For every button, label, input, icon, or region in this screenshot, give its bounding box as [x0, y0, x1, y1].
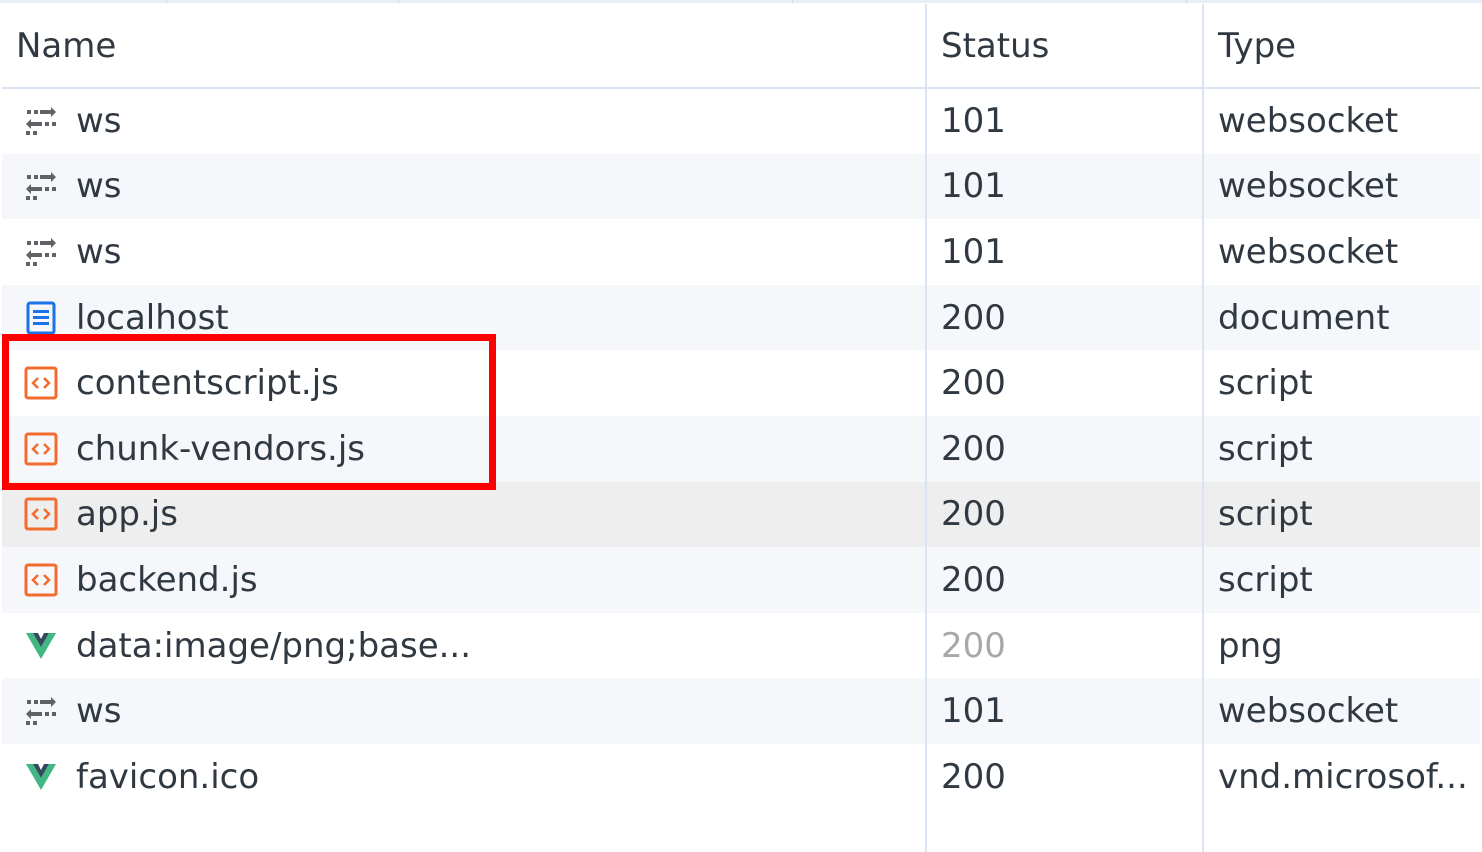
websocket-icon — [24, 169, 58, 203]
request-type: vnd.microsof... — [1218, 756, 1468, 797]
request-row[interactable]: chunk-vendors.js 200 script — [2, 415, 1480, 482]
document-icon — [24, 301, 58, 335]
request-status: 200 — [926, 481, 1204, 548]
request-status: 200 — [926, 547, 1204, 613]
vue-logo-icon — [24, 760, 58, 794]
request-status: 101 — [926, 678, 1204, 744]
request-status: 200 — [926, 415, 1204, 482]
request-row[interactable]: ws 101 websocket — [2, 153, 1480, 220]
request-name: backend.js — [76, 559, 258, 600]
request-name: data:image/png;base... — [76, 625, 472, 666]
request-name: contentscript.js — [76, 363, 339, 404]
request-name: ws — [76, 691, 122, 732]
request-status: 200 — [926, 612, 1204, 679]
request-status: 200 — [926, 743, 1204, 810]
request-type: websocket — [1218, 231, 1399, 272]
request-name: ws — [76, 231, 122, 272]
request-type: script — [1203, 547, 1480, 613]
network-panel: Name Status Type ws 101 websocket ws 101… — [0, 0, 1482, 852]
request-type: script — [1203, 481, 1480, 548]
header-row: Name Status Type — [2, 4, 1480, 89]
request-name: app.js — [76, 494, 178, 535]
request-row[interactable]: backend.js 200 script — [2, 547, 1480, 613]
request-row[interactable]: favicon.ico 200 vnd.microsof... — [2, 743, 1480, 810]
script-icon — [24, 497, 58, 531]
script-icon — [24, 366, 58, 400]
request-type: script — [1203, 415, 1480, 482]
request-name: ws — [76, 101, 122, 142]
request-type: websocket — [1203, 153, 1480, 220]
column-header-type[interactable]: Type — [1203, 4, 1480, 89]
column-header-status[interactable]: Status — [926, 4, 1204, 89]
request-status: 200 — [926, 350, 1204, 416]
request-type: websocket — [1203, 678, 1480, 744]
request-name: chunk-vendors.js — [76, 428, 366, 469]
request-row[interactable]: ws 101 websocket — [2, 678, 1480, 744]
websocket-icon — [24, 694, 58, 728]
script-icon — [24, 432, 58, 466]
websocket-icon — [24, 235, 58, 269]
request-status: 200 — [926, 284, 1204, 351]
request-name: ws — [76, 166, 122, 207]
column-header-name[interactable]: Name — [2, 4, 927, 89]
request-row[interactable]: contentscript.js 200 script — [2, 350, 1480, 416]
request-row[interactable]: ws 101 websocket — [2, 219, 1480, 285]
request-row[interactable]: ws 101 websocket — [2, 88, 1480, 154]
request-status: 101 — [926, 219, 1204, 285]
request-name: localhost — [76, 297, 229, 338]
script-icon — [24, 563, 58, 597]
request-name: favicon.ico — [76, 756, 260, 797]
empty-filler-row — [2, 809, 1480, 852]
request-status: 101 — [926, 88, 1204, 154]
request-row[interactable]: app.js 200 script — [2, 481, 1480, 548]
network-requests-table: Name Status Type ws 101 websocket ws 101… — [2, 4, 1480, 852]
request-type: websocket — [1218, 101, 1399, 142]
request-type: document — [1203, 284, 1480, 351]
request-row[interactable]: data:image/png;base... 200 png — [2, 612, 1480, 679]
websocket-icon — [24, 104, 58, 138]
request-type: script — [1218, 363, 1313, 404]
top-tab-strip — [0, 0, 1482, 3]
vue-logo-icon — [24, 629, 58, 663]
request-type: png — [1218, 625, 1283, 666]
request-row[interactable]: localhost 200 document — [2, 284, 1480, 351]
request-status: 101 — [926, 153, 1204, 220]
